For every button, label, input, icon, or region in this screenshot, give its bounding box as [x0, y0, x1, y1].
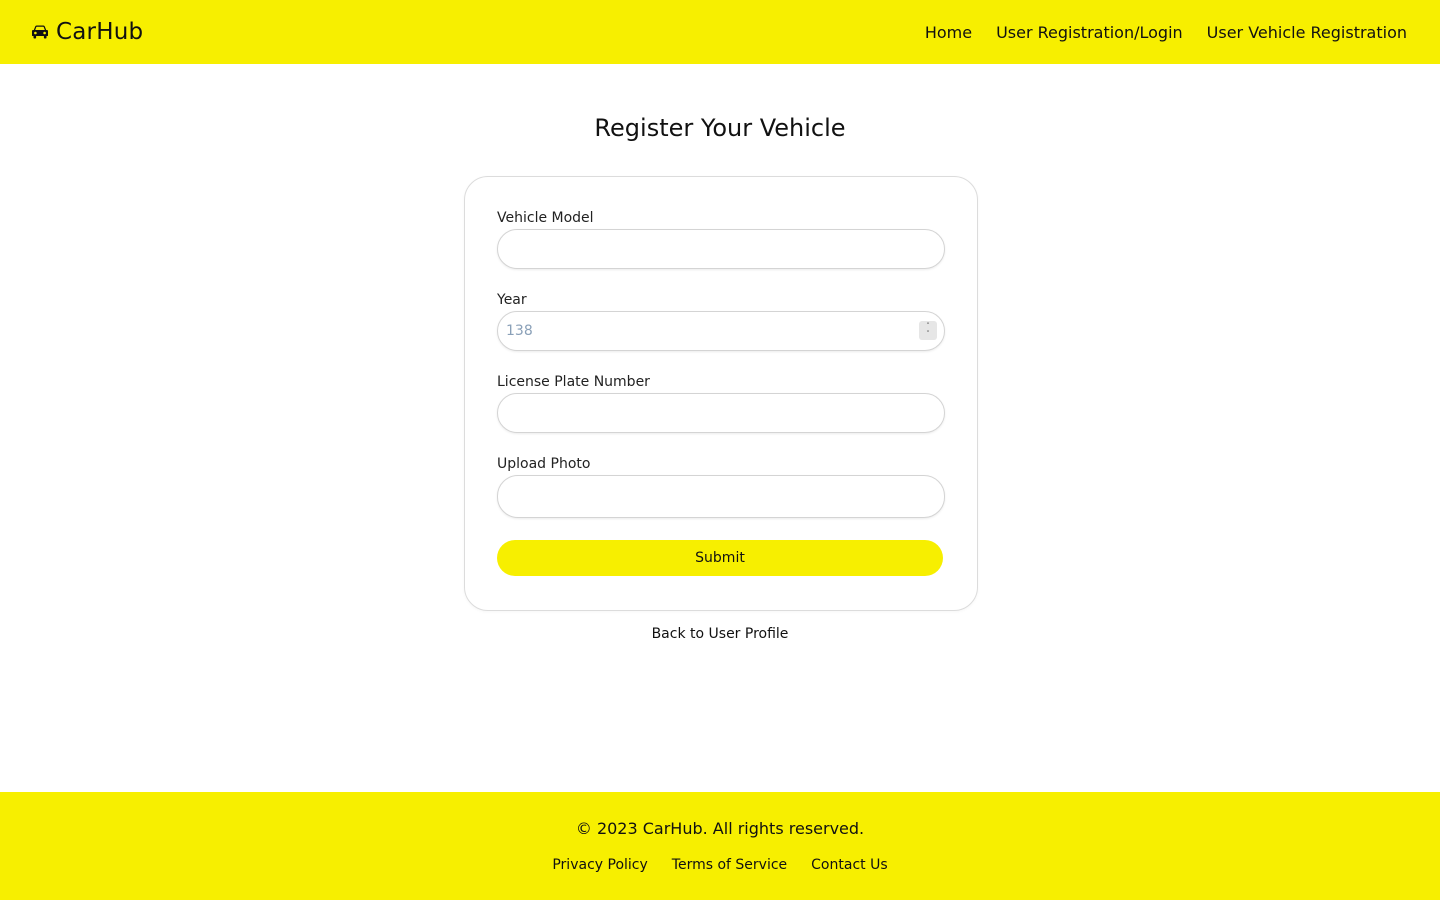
license-plate-label: License Plate Number — [497, 374, 650, 390]
footer-contact-us-link[interactable]: Contact Us — [811, 857, 887, 873]
upload-photo-label: Upload Photo — [497, 456, 591, 472]
upload-photo-input[interactable] — [497, 475, 945, 518]
nav-home-link[interactable]: Home — [925, 23, 972, 42]
main-nav: Home User Registration/Login User Vehicl… — [925, 23, 1407, 42]
vehicle-model-label: Vehicle Model — [497, 210, 594, 226]
vehicle-registration-form: Vehicle Model Year ˄ ˅ License Plate Num… — [464, 176, 978, 611]
footer-links: Privacy Policy Terms of Service Contact … — [0, 857, 1440, 873]
back-link-row: Back to User Profile — [0, 626, 1440, 642]
page-title: Register Your Vehicle — [594, 114, 846, 142]
nav-user-vehicle-registration-link[interactable]: User Vehicle Registration — [1207, 23, 1407, 42]
brand-name: CarHub — [56, 19, 144, 45]
submit-button[interactable]: Submit — [497, 540, 943, 576]
year-label: Year — [497, 292, 527, 308]
site-header: CarHub Home User Registration/Login User… — [0, 0, 1440, 64]
license-plate-input[interactable] — [497, 393, 945, 433]
footer-privacy-policy-link[interactable]: Privacy Policy — [552, 857, 647, 873]
spinner-arrows-icon[interactable]: ˄ ˅ — [919, 321, 937, 340]
page: CarHub Home User Registration/Login User… — [0, 0, 1440, 900]
year-field: ˄ ˅ — [497, 311, 945, 351]
brand-logo-link[interactable]: CarHub — [32, 19, 143, 45]
car-icon — [32, 24, 48, 39]
nav-user-registration-login-link[interactable]: User Registration/Login — [996, 23, 1183, 42]
vehicle-model-input[interactable] — [497, 229, 945, 269]
year-input[interactable] — [497, 311, 945, 351]
site-footer: © 2023 CarHub. All rights reserved. Priv… — [0, 792, 1440, 900]
footer-terms-of-service-link[interactable]: Terms of Service — [672, 857, 787, 873]
back-to-user-profile-link[interactable]: Back to User Profile — [652, 626, 789, 642]
copyright-text: © 2023 CarHub. All rights reserved. — [575, 819, 865, 838]
